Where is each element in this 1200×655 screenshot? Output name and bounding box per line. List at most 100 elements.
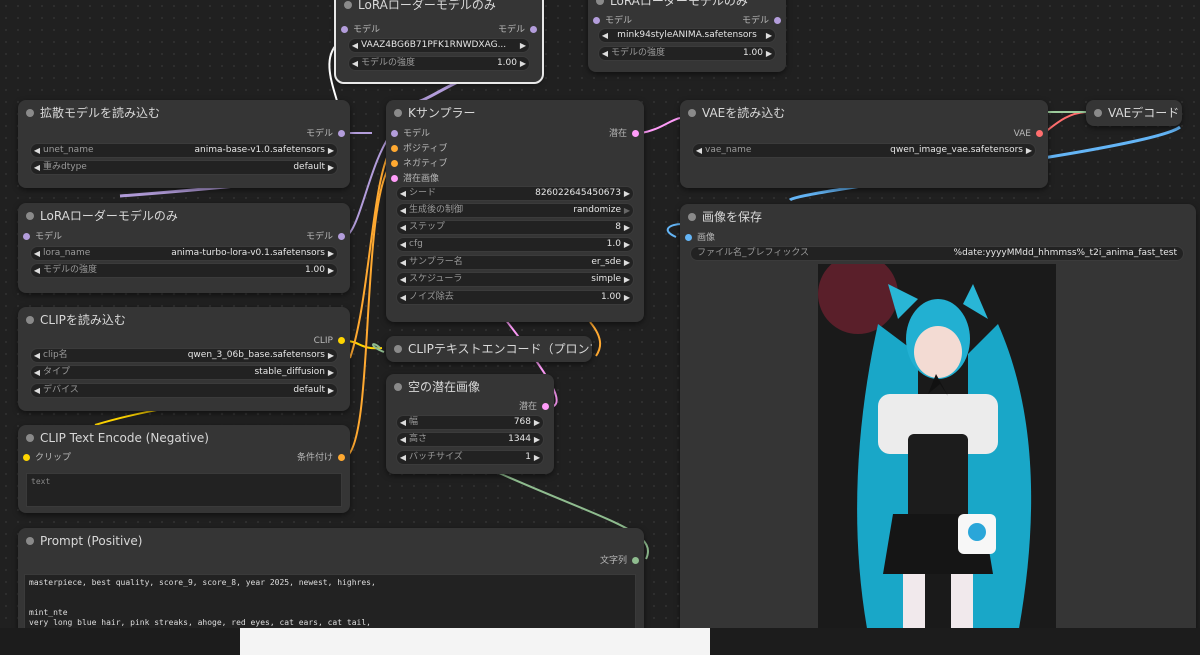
right-arrow-icon[interactable]: ▶	[621, 256, 633, 269]
collapse-dot-icon[interactable]	[596, 0, 604, 5]
collapse-dot-icon[interactable]	[688, 213, 696, 221]
collapse-dot-icon[interactable]	[688, 109, 696, 117]
node-clip-loader[interactable]: CLIPを読み込む CLIP ◀ clip名 qwen_3_06b_base.s…	[18, 307, 350, 411]
left-arrow-icon[interactable]: ◀	[31, 144, 43, 157]
right-arrow-icon[interactable]: ▶	[763, 29, 775, 42]
right-arrow-icon[interactable]: ▶	[325, 144, 337, 157]
lora-name-combo[interactable]: ◀ lora_name anima-turbo-lora-v0.1.safete…	[30, 246, 338, 261]
output-vae[interactable]: VAE	[1014, 128, 1048, 140]
left-arrow-icon[interactable]: ◀	[31, 161, 43, 174]
strength-slider[interactable]: ◀ モデルの強度 1.00 ▶	[30, 263, 338, 278]
right-arrow-icon[interactable]: ▶	[531, 416, 543, 429]
right-arrow-icon[interactable]: ▶	[621, 238, 633, 251]
collapse-dot-icon[interactable]	[1094, 109, 1102, 117]
node-empty-latent-image[interactable]: 空の潜在画像 潜在 ◀ 幅 768 ▶ ◀ 高さ 1344 ▶ ◀ バッチサイズ 1 ▶	[386, 374, 554, 474]
node-lora-loader-left[interactable]: LoRAローダーモデルのみ モデル モデル ◀ lora_name anima-…	[18, 203, 350, 293]
left-arrow-icon[interactable]: ◀	[397, 451, 409, 464]
right-arrow-icon[interactable]: ▶	[621, 221, 633, 234]
left-arrow-icon[interactable]: ◀	[599, 47, 611, 60]
node-lora-loader-right[interactable]: LoRAローダーモデルのみ モデル モデル ◀ mink94styleANIMA…	[588, 0, 786, 72]
output-latent[interactable]: 潜在	[609, 128, 644, 140]
right-arrow-icon[interactable]: ▶	[763, 47, 775, 60]
steps-field[interactable]: ◀ ステップ 8 ▶	[396, 220, 634, 235]
right-arrow-icon[interactable]: ▶	[325, 161, 337, 174]
node-diffusion-model-loader[interactable]: 拡散モデルを読み込む モデル ◀ unet_name anima-base-v1…	[18, 100, 350, 188]
left-arrow-icon[interactable]: ◀	[397, 291, 409, 304]
collapse-dot-icon[interactable]	[26, 109, 34, 117]
right-arrow-icon[interactable]: ▶	[531, 433, 543, 446]
node-prompt-positive[interactable]: Prompt (Positive) 文字列 masterpiece, best …	[18, 528, 644, 628]
right-arrow-icon[interactable]: ▶	[621, 273, 633, 286]
right-arrow-icon[interactable]: ▶	[325, 366, 337, 379]
left-arrow-icon[interactable]: ◀	[349, 39, 361, 52]
right-arrow-icon[interactable]: ▶	[325, 247, 337, 260]
node-save-image[interactable]: 画像を保存 画像 ファイル名_プレフィックス %date:yyyyMMdd_hh…	[680, 204, 1196, 628]
right-arrow-icon[interactable]: ▶	[325, 384, 337, 397]
left-arrow-icon[interactable]: ◀	[397, 433, 409, 446]
positive-text-area[interactable]: masterpiece, best quality, score_9, scor…	[24, 574, 636, 628]
collapse-dot-icon[interactable]	[394, 109, 402, 117]
negative-text-area[interactable]: text	[26, 473, 342, 507]
collapse-dot-icon[interactable]	[394, 383, 402, 391]
left-arrow-icon[interactable]: ◀	[31, 384, 43, 397]
input-latent[interactable]: 潜在画像	[386, 173, 439, 185]
input-model[interactable]: モデル	[386, 128, 430, 140]
output-model[interactable]: モデル	[498, 24, 542, 36]
node-clip-text-encode-collapsed[interactable]: CLIPテキストエンコード（プロンプト）	[386, 336, 592, 362]
collapse-dot-icon[interactable]	[394, 345, 402, 353]
collapse-dot-icon[interactable]	[26, 434, 34, 442]
node-clip-text-encode-negative[interactable]: CLIP Text Encode (Negative) クリップ 条件付け te…	[18, 425, 350, 513]
input-image[interactable]: 画像	[680, 232, 715, 244]
output-conditioning[interactable]: 条件付け	[297, 452, 350, 464]
right-arrow-icon[interactable]: ▶	[621, 291, 633, 304]
left-arrow-icon[interactable]: ◀	[31, 349, 43, 362]
seed-field[interactable]: ◀ シード 826022645450673 ▶	[396, 186, 634, 201]
unet-name-combo[interactable]: ◀ unet_name anima-base-v1.0.safetensors …	[30, 143, 338, 158]
batch-size-field[interactable]: ◀ バッチサイズ 1 ▶	[396, 450, 544, 465]
right-arrow-icon[interactable]: ▶	[1023, 144, 1035, 157]
left-arrow-icon[interactable]: ◀	[693, 144, 705, 157]
right-arrow-icon[interactable]: ▶	[325, 349, 337, 362]
right-arrow-icon[interactable]: ▶	[621, 187, 633, 200]
output-model[interactable]: モデル	[742, 15, 786, 27]
left-arrow-icon[interactable]: ◀	[397, 204, 409, 217]
lora-name-combo[interactable]: ◀ mink94styleANIMA.safetensors ▶	[598, 28, 776, 43]
input-clip[interactable]: クリップ	[18, 452, 71, 464]
collapse-dot-icon[interactable]	[26, 316, 34, 324]
strength-slider[interactable]: ◀ モデルの強度 1.00 ▶	[348, 56, 530, 71]
input-negative[interactable]: ネガティブ	[386, 158, 447, 170]
right-arrow-icon[interactable]: ▶	[531, 451, 543, 464]
left-arrow-icon[interactable]: ◀	[599, 29, 611, 42]
left-arrow-icon[interactable]: ◀	[397, 238, 409, 251]
output-string[interactable]: 文字列	[600, 555, 644, 567]
filename-prefix-field[interactable]: ファイル名_プレフィックス %date:yyyyMMdd_hhmmss%_t2i…	[690, 246, 1184, 261]
sampler-name-combo[interactable]: ◀ サンプラー名 er_sde ▶	[396, 255, 634, 270]
strength-slider[interactable]: ◀ モデルの強度 1.00 ▶	[598, 46, 776, 61]
lora-name-combo[interactable]: ◀ VAAZ4BG6B71PFK1RNWDXAG... ▶	[348, 38, 530, 53]
right-arrow-icon[interactable]: ▶	[325, 264, 337, 277]
input-model[interactable]: モデル	[336, 24, 380, 36]
collapse-dot-icon[interactable]	[26, 212, 34, 220]
left-arrow-icon[interactable]: ◀	[31, 366, 43, 379]
left-arrow-icon[interactable]: ◀	[397, 221, 409, 234]
output-latent[interactable]: 潜在	[519, 401, 554, 413]
collapse-dot-icon[interactable]	[344, 1, 352, 9]
node-ksampler[interactable]: Kサンプラー モデル ポジティブ ネガティブ 潜在画像 潜在 ◀ シード 82602…	[386, 100, 644, 322]
left-arrow-icon[interactable]: ◀	[31, 264, 43, 277]
cfg-field[interactable]: ◀ cfg 1.0 ▶	[396, 237, 634, 252]
width-field[interactable]: ◀ 幅 768 ▶	[396, 415, 544, 430]
right-arrow-icon[interactable]: ▶	[517, 39, 529, 52]
input-model[interactable]: モデル	[588, 15, 632, 27]
right-arrow-icon[interactable]: ▶	[621, 204, 633, 217]
left-arrow-icon[interactable]: ◀	[31, 247, 43, 260]
node-lora-loader-top[interactable]: LoRAローダーモデルのみ モデル モデル ◀ VAAZ4BG6B71PFK1R…	[334, 0, 544, 84]
output-model[interactable]: モデル	[306, 128, 350, 140]
denoise-slider[interactable]: ◀ ノイズ除去 1.00 ▶	[396, 290, 634, 305]
left-arrow-icon[interactable]: ◀	[349, 57, 361, 70]
left-arrow-icon[interactable]: ◀	[397, 256, 409, 269]
input-positive[interactable]: ポジティブ	[386, 143, 447, 155]
output-model[interactable]: モデル	[306, 231, 350, 243]
left-arrow-icon[interactable]: ◀	[397, 187, 409, 200]
node-vae-loader[interactable]: VAEを読み込む VAE ◀ vae_name qwen_image_vae.saf…	[680, 100, 1048, 188]
clip-name-combo[interactable]: ◀ clip名 qwen_3_06b_base.safetensors ▶	[30, 348, 338, 363]
